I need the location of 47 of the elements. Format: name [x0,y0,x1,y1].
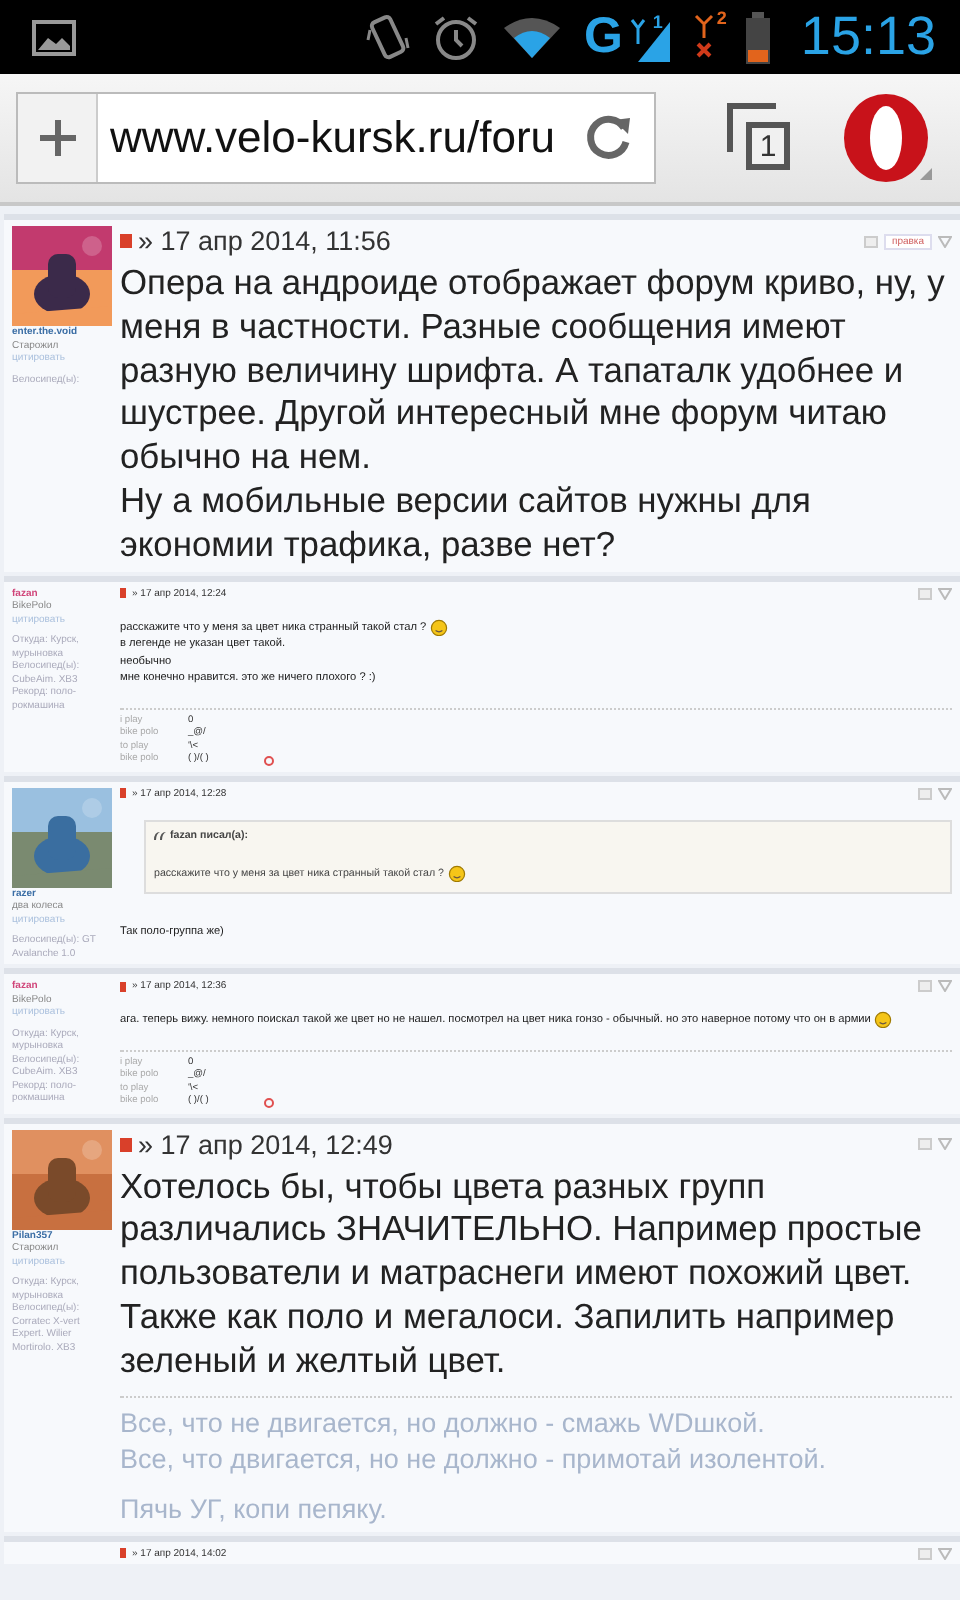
opera-logo-icon[interactable] [840,92,932,184]
post-icon [120,788,126,799]
post-text: Хотелось бы, чтобы цвета разных групп различались ЗНАЧИТЕЛЬНО. Например простые пользователи и матраснеги имеют похожий цвет. Также как поло и мегалоси. Запилить например зеленый и желтый цвет. [120,1165,922,1380]
report-icon[interactable] [938,1138,952,1151]
report-icon[interactable] [938,980,952,993]
tabs-button[interactable]: 1 [724,100,796,176]
signature-text: Пячь УГ, копи пепяку. [120,1493,387,1524]
post-icon [120,588,126,599]
quote-icon[interactable] [918,1547,932,1560]
post-icon [120,1137,132,1152]
vibrate-icon [365,13,410,61]
battery-icon [746,11,771,63]
signature-text: Все, что не двигается, но должно - смажь WDшкой. [120,1407,765,1438]
clock-time: 15:13 [800,6,936,68]
alarm-icon [431,13,480,61]
network-type-label: G [583,12,623,62]
post-text: Опера на андроиде отображает форум криво, ну, у меня в частности. Разные сообщения имеют разную величину шрифта. А тапаталк удобнее и шустрее. Другой интересный мне форум читаю обычно на нем. [120,262,945,477]
wifi-icon [501,15,562,59]
post-icon [120,234,132,248]
post-date: » 17 апр 2014, 12:49 [138,1129,393,1160]
signature-text: Все, что двигается, но не должно - примотай изолентой. [120,1443,826,1474]
quote-icon[interactable] [863,235,878,247]
add-button[interactable] [18,94,98,182]
report-icon[interactable] [938,787,952,800]
quote-icon[interactable] [918,587,932,600]
quote-mark-icon [154,832,166,841]
image-icon [32,19,76,55]
sim-number: 1 [652,12,663,32]
post-icon [120,1548,126,1559]
smiley-icon [430,617,449,636]
post-text: Ну а мобильные версии сайтов нужны для экономии трафика, разве нет? [120,479,811,564]
post-icon [120,981,126,992]
quote-icon[interactable] [918,1138,932,1151]
report-icon[interactable] [938,235,952,247]
quote-icon[interactable] [918,787,932,800]
reload-icon[interactable] [582,112,634,164]
sim-number: 2 [716,7,727,27]
smiley-icon [448,863,466,882]
smiley-icon [874,1010,893,1029]
quote-icon[interactable] [918,980,932,993]
address-field[interactable]: www.velo-kursk.ru/foru [16,92,656,184]
signal-icon [626,18,671,62]
report-icon[interactable] [938,587,952,600]
report-icon[interactable] [938,1547,952,1560]
post-date: » 17 апр 2014, 11:56 [138,226,391,256]
url-text[interactable]: www.velo-kursk.ru/foru [98,112,562,164]
plus-icon [37,118,77,158]
